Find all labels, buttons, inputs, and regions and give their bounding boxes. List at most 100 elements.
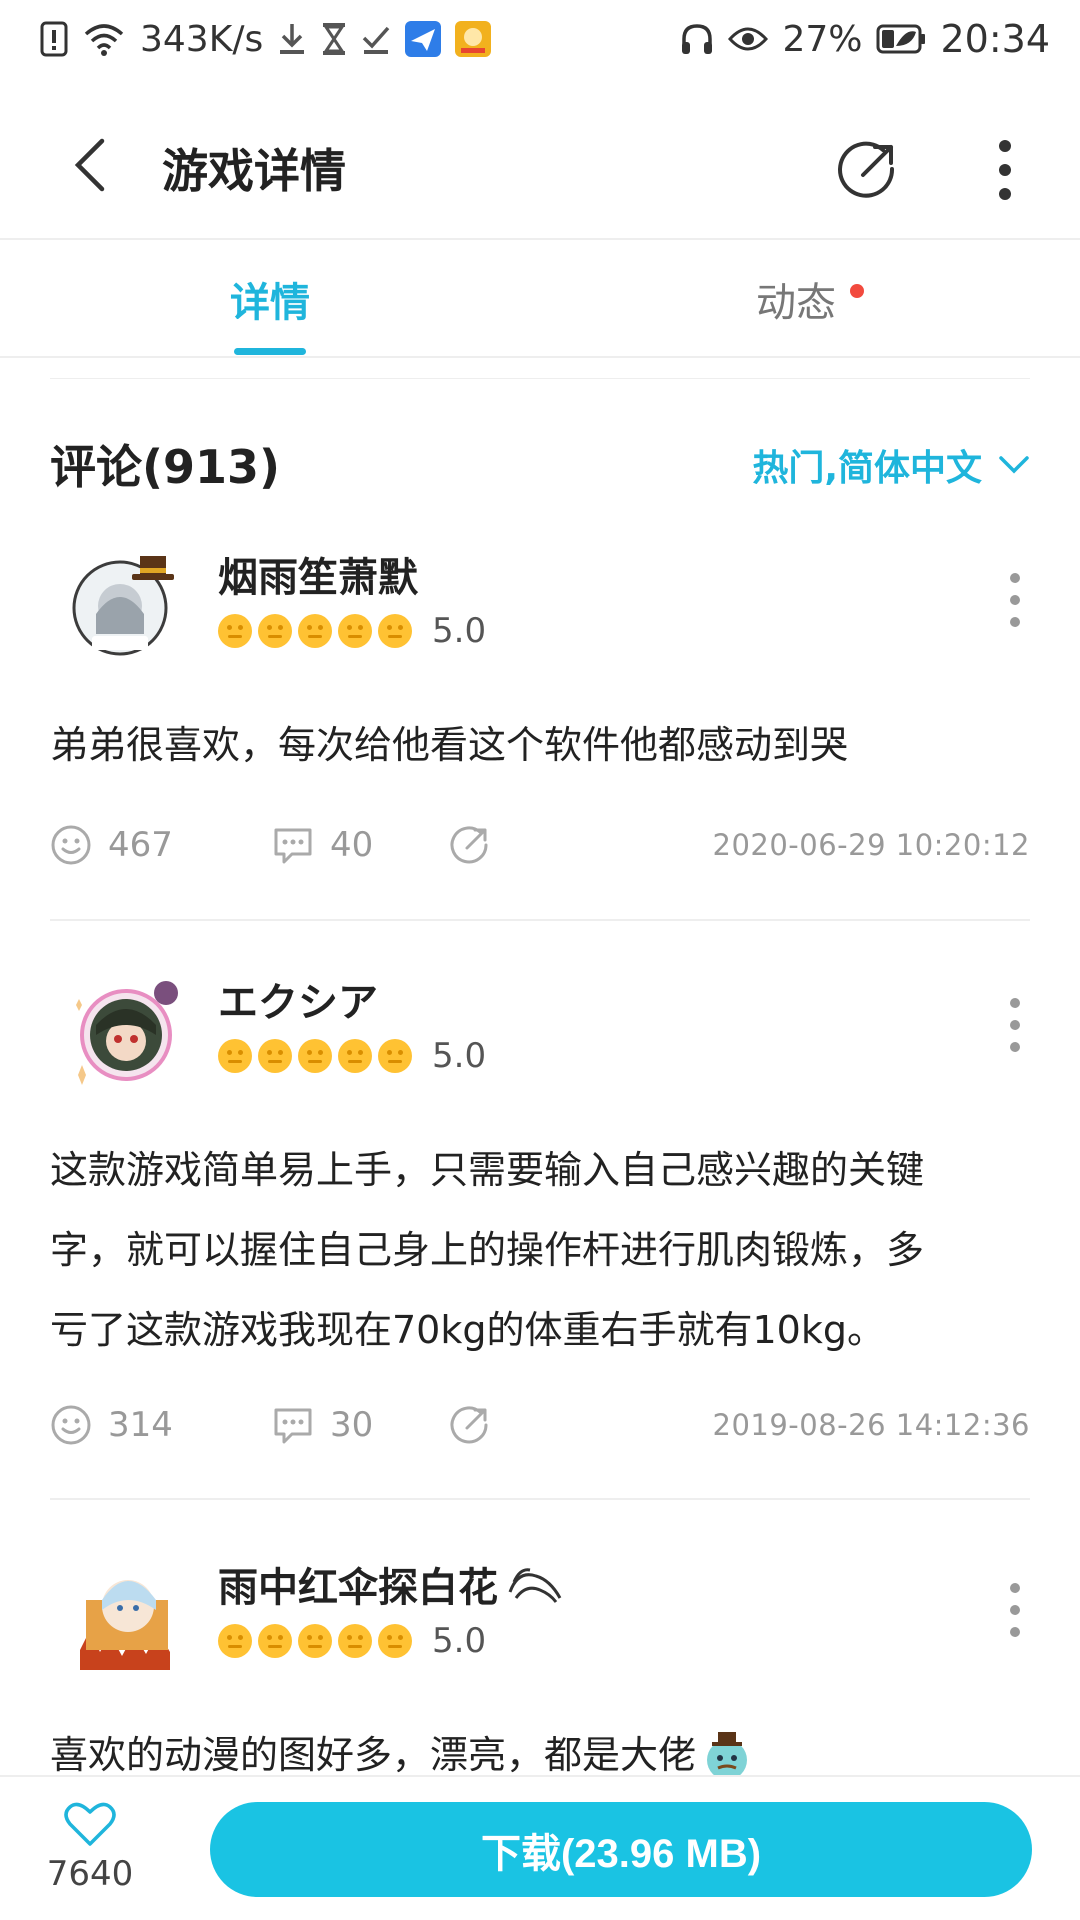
tab-details[interactable]: 详情 xyxy=(0,240,540,358)
download-notification-icon xyxy=(277,22,307,56)
user-avatar-image xyxy=(80,1580,170,1670)
checkmark-icon xyxy=(361,22,391,56)
app-bar: 游戏详情 xyxy=(0,90,1080,240)
star-rating: 5.0 xyxy=(218,1621,486,1661)
sort-language-filter[interactable]: 热门,简体中文 xyxy=(752,439,1030,491)
comments-title: 评论(913) xyxy=(50,440,281,494)
star-rating: 5.0 xyxy=(218,1036,486,1076)
star-icon xyxy=(258,1624,292,1658)
username-row: 雨中红伞探白花 xyxy=(218,1555,564,1613)
comment-actions: 467 40 2020-06-29 10:20:12 xyxy=(50,815,1030,875)
avatar[interactable] xyxy=(70,550,180,660)
network-speed: 343K/s xyxy=(140,18,264,60)
comment-bubble-icon xyxy=(274,1408,312,1444)
comment-text-line: 字，就可以握住自己身上的操作杆进行肌肉锻炼，多 xyxy=(50,1228,925,1272)
like-button[interactable]: 314 xyxy=(50,1395,173,1455)
like-count: 314 xyxy=(108,1405,173,1445)
reply-count: 30 xyxy=(330,1405,374,1445)
comment-text-line: 弟弟很喜欢，每次给他看这个软件他都感动到哭 xyxy=(50,723,849,767)
user-avatar-image xyxy=(72,556,174,656)
favorite-count: 7640 xyxy=(46,1854,134,1894)
share-comment-button[interactable] xyxy=(450,1395,490,1455)
decorative-swirl-icon xyxy=(508,1568,562,1603)
headset-icon xyxy=(680,22,714,56)
star-icon xyxy=(298,1039,332,1073)
heart-icon xyxy=(64,1802,116,1846)
comment-text: 这款游戏简单易上手，只需要输入自己感兴趣的关键 字，就可以握住自己身上的操作杆进… xyxy=(50,1130,1030,1370)
share-icon xyxy=(450,826,488,864)
username[interactable]: エクシア xyxy=(218,970,378,1028)
wifi-icon xyxy=(82,22,126,56)
comment-divider xyxy=(50,919,1030,921)
battery-percent: 27% xyxy=(782,18,863,60)
star-icon xyxy=(378,614,412,648)
comment-item: エクシア 5.0 这款游戏简单易上手，只需要输入自己感兴趣的关键 字，就可以握住… xyxy=(50,970,1030,1520)
reply-button[interactable]: 30 xyxy=(272,1395,373,1455)
star-icon xyxy=(338,614,372,648)
comment-more-button[interactable] xyxy=(1000,565,1030,635)
username[interactable]: 烟雨笙萧默 xyxy=(218,545,418,603)
comment-timestamp: 2020-06-29 10:20:12 xyxy=(712,828,1030,862)
rating-value: 5.0 xyxy=(432,611,487,651)
tabs-divider xyxy=(0,356,1080,358)
star-icon xyxy=(338,1624,372,1658)
comment-more-button[interactable] xyxy=(1000,1575,1030,1645)
comment-item: 雨中红伞探白花 5.0 喜欢的动漫的图好多，漂亮，都是大佬 xyxy=(50,1555,1030,1785)
comments-header: 评论(913) 热门,简体中文 xyxy=(50,425,1030,495)
active-tab-indicator xyxy=(234,348,306,355)
clock: 20:34 xyxy=(940,17,1050,61)
eye-icon xyxy=(728,25,769,53)
username[interactable]: 雨中红伞探白花 xyxy=(218,1555,498,1613)
comment-timestamp: 2019-08-26 14:12:36 xyxy=(712,1408,1030,1442)
notification-dot xyxy=(850,284,864,298)
smiley-like-icon xyxy=(51,825,91,865)
more-vertical-icon xyxy=(1010,998,1020,1052)
share-icon xyxy=(838,141,895,198)
favorite-button[interactable]: 7640 xyxy=(40,1802,140,1912)
like-button[interactable]: 467 xyxy=(50,815,173,875)
comment-more-button[interactable] xyxy=(1000,990,1030,1060)
section-divider xyxy=(50,378,1030,379)
share-icon xyxy=(450,1406,488,1444)
star-rating: 5.0 xyxy=(218,611,486,651)
reply-button[interactable]: 40 xyxy=(272,815,373,875)
like-count: 467 xyxy=(108,825,173,865)
star-icon xyxy=(298,1624,332,1658)
avatar[interactable] xyxy=(70,975,180,1085)
download-button[interactable]: 下载(23.96 MB) xyxy=(210,1802,1032,1897)
tab-feed-label: 动态 xyxy=(756,280,836,326)
comment-text-line: 亏了这款游戏我现在70kg的体重右手就有10kg。 xyxy=(50,1308,885,1352)
share-comment-button[interactable] xyxy=(450,815,490,875)
bottom-action-bar: 7640 下载(23.96 MB) xyxy=(0,1775,1080,1920)
back-button[interactable] xyxy=(50,125,130,205)
star-icon xyxy=(218,1624,252,1658)
more-options-button[interactable] xyxy=(975,120,1035,220)
comment-bubble-icon xyxy=(274,828,312,864)
app-notification-icon xyxy=(405,21,442,57)
tab-feed[interactable]: 动态 xyxy=(540,240,1080,358)
comment-text: 弟弟很喜欢，每次给他看这个软件他都感动到哭 xyxy=(50,705,1030,785)
app-notification-icon-2 xyxy=(455,21,492,57)
back-arrow-icon xyxy=(74,138,105,192)
tab-bar: 详情 动态 xyxy=(0,240,1080,358)
page-title: 游戏详情 xyxy=(162,144,346,198)
sort-filter-label: 热门,简体中文 xyxy=(752,448,982,489)
comment-actions: 314 30 2019-08-26 14:12:36 xyxy=(50,1395,1030,1455)
reply-count: 40 xyxy=(330,825,374,865)
user-avatar-image xyxy=(76,981,178,1085)
hourglass-icon xyxy=(321,22,347,56)
star-icon xyxy=(338,1039,372,1073)
rating-value: 5.0 xyxy=(432,1621,487,1661)
comment-text-line: 这款游戏简单易上手，只需要输入自己感兴趣的关键 xyxy=(50,1148,925,1192)
star-icon xyxy=(378,1624,412,1658)
battery-icon xyxy=(876,24,926,54)
star-icon xyxy=(258,614,292,648)
comment-divider xyxy=(50,1498,1030,1500)
star-icon xyxy=(378,1039,412,1073)
star-icon xyxy=(298,614,332,648)
share-button[interactable] xyxy=(818,120,918,220)
more-vertical-icon xyxy=(1010,1583,1020,1637)
rating-value: 5.0 xyxy=(432,1036,487,1076)
avatar[interactable] xyxy=(70,1560,180,1670)
tab-details-label: 详情 xyxy=(230,280,310,326)
